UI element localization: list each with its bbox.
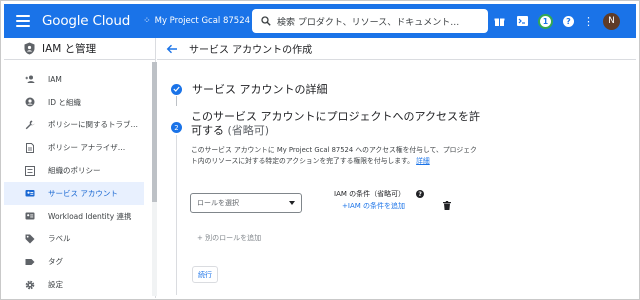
sidebar-item-label: サービス アカウント: [48, 188, 118, 198]
screenshot-frame: Google Cloud ⁘ My Project Gcal 87524 ▼ 検…: [0, 0, 640, 300]
terminal-icon[interactable]: [516, 15, 528, 27]
search-icon: [261, 16, 271, 26]
help-icon[interactable]: ?: [416, 190, 425, 198]
notification-badge[interactable]: 1: [538, 13, 553, 29]
step-2-rail: [176, 135, 177, 295]
sidebar-list: IAM ID と組織 ポリシーに関するトラブ… ポリシー アナライザ… 組織のポ…: [4, 60, 155, 296]
step-1-header[interactable]: サービス アカウントの詳細: [171, 81, 328, 97]
dropdown-arrow-icon: [289, 201, 295, 205]
help-icon[interactable]: ?: [563, 15, 574, 27]
avatar[interactable]: N: [603, 12, 620, 30]
sidebar-item-label: タグ: [48, 257, 63, 267]
project-name: My Project Gcal 87524: [154, 16, 251, 26]
continue-button[interactable]: 続行: [192, 266, 218, 283]
gift-icon[interactable]: [493, 15, 505, 27]
sidebar-item-identity-org[interactable]: ID と組織: [4, 91, 155, 114]
sidebar-item-label: IAM: [48, 74, 62, 84]
id-card-icon: [25, 211, 35, 221]
top-bar: Google Cloud ⁘ My Project Gcal 87524 ▼ 検…: [4, 4, 636, 38]
sidebar-item-label: ID と組織: [48, 97, 81, 107]
sidebar-item-settings[interactable]: 設定: [4, 273, 155, 296]
main-content: サービス アカウントの作成 サービス アカウントの詳細 2 このサービス アカウ…: [157, 38, 636, 298]
sidebar-item-service-accounts[interactable]: サービス アカウント: [4, 181, 144, 205]
sidebar-item-label: ポリシー アナライザ…: [48, 143, 126, 153]
plus-icon: +: [197, 234, 206, 242]
sidebar-item-labels[interactable]: ラベル: [4, 228, 155, 251]
add-role-label: 別のロールを追加: [205, 234, 262, 242]
step-2-title: このサービス アカウントにプロジェクトへのアクセスを許可する (省略可): [191, 110, 481, 138]
shield-icon: [24, 42, 35, 55]
search-input[interactable]: 検索 プロダクト、リソース、ドキュメント…: [252, 9, 488, 33]
more-vert-icon[interactable]: ⋮: [583, 16, 594, 27]
google-cloud-logo[interactable]: Google Cloud: [42, 13, 130, 29]
iam-condition-text: IAM の条件（省略可）: [334, 190, 406, 198]
search-placeholder: 検索 プロダクト、リソース、ドキュメント…: [277, 17, 460, 28]
document-icon: [25, 142, 35, 153]
details-link[interactable]: 詳細: [416, 157, 430, 165]
list-icon: [25, 165, 35, 176]
project-selector[interactable]: ⁘ My Project Gcal 87524 ▼: [143, 16, 261, 26]
sidebar-item-label: ポリシーに関するトラブ…: [48, 120, 138, 130]
sidebar-item-tags[interactable]: タグ: [4, 250, 155, 273]
step-2-optional: (省略可): [227, 124, 270, 137]
step-1-title: サービス アカウントの詳細: [192, 83, 328, 96]
menu-icon[interactable]: [16, 15, 30, 27]
add-iam-condition-button[interactable]: +IAM の条件を追加: [342, 201, 405, 211]
step-2-number: 2: [171, 122, 182, 133]
sidebar-header: IAM と管理: [4, 38, 155, 60]
add-another-role-button[interactable]: + 別のロールを追加: [197, 233, 261, 243]
step-connector: [176, 96, 177, 106]
step-2-description: このサービス アカウントに My Project Gcal 87524 へのアク…: [191, 145, 481, 167]
sidebar-item-policy-troubleshooter[interactable]: ポリシーに関するトラブ…: [4, 114, 155, 137]
sidebar-item-org-policies[interactable]: 組織のポリシー: [4, 159, 155, 182]
sidebar: IAM と管理 IAM ID と組織 ポリシーに関するトラブ… ポリシー アナラ…: [4, 38, 157, 298]
label-icon: [25, 234, 35, 244]
page-header: サービス アカウントの作成: [157, 38, 636, 60]
project-icon: ⁘: [143, 16, 151, 26]
sidebar-item-workload-identity[interactable]: Workload Identity 連携: [4, 205, 155, 228]
sidebar-item-policy-analyzer[interactable]: ポリシー アナライザ…: [4, 136, 155, 159]
toolbar-icons: 1 ? ⋮ N: [482, 4, 636, 38]
gear-icon: [25, 280, 35, 290]
sidebar-item-iam[interactable]: IAM: [4, 68, 155, 91]
sidebar-item-label: Workload Identity 連携: [48, 211, 132, 221]
check-circle-icon: [171, 83, 182, 95]
add-condition-label: IAM の条件を追加: [347, 202, 405, 210]
sidebar-title: IAM と管理: [42, 43, 97, 55]
sidebar-item-label: 組織のポリシー: [48, 166, 101, 176]
description-text: このサービス アカウントに My Project Gcal 87524 へのアク…: [191, 146, 477, 165]
delete-icon[interactable]: [443, 195, 451, 214]
tag-icon: [25, 257, 35, 267]
wrench-icon: [25, 120, 35, 130]
back-arrow-icon[interactable]: [166, 44, 178, 54]
account-circle-icon: [25, 97, 35, 107]
page-title: サービス アカウントの作成: [189, 45, 313, 56]
role-select-placeholder: ロールを選択: [197, 199, 239, 207]
service-account-icon: [25, 188, 35, 198]
person-add-icon: [25, 74, 35, 84]
sidebar-item-label: ラベル: [48, 234, 71, 244]
iam-condition-label: IAM の条件（省略可） ?: [334, 189, 425, 199]
sidebar-item-label: 設定: [48, 280, 63, 290]
role-select[interactable]: ロールを選択: [190, 193, 302, 213]
